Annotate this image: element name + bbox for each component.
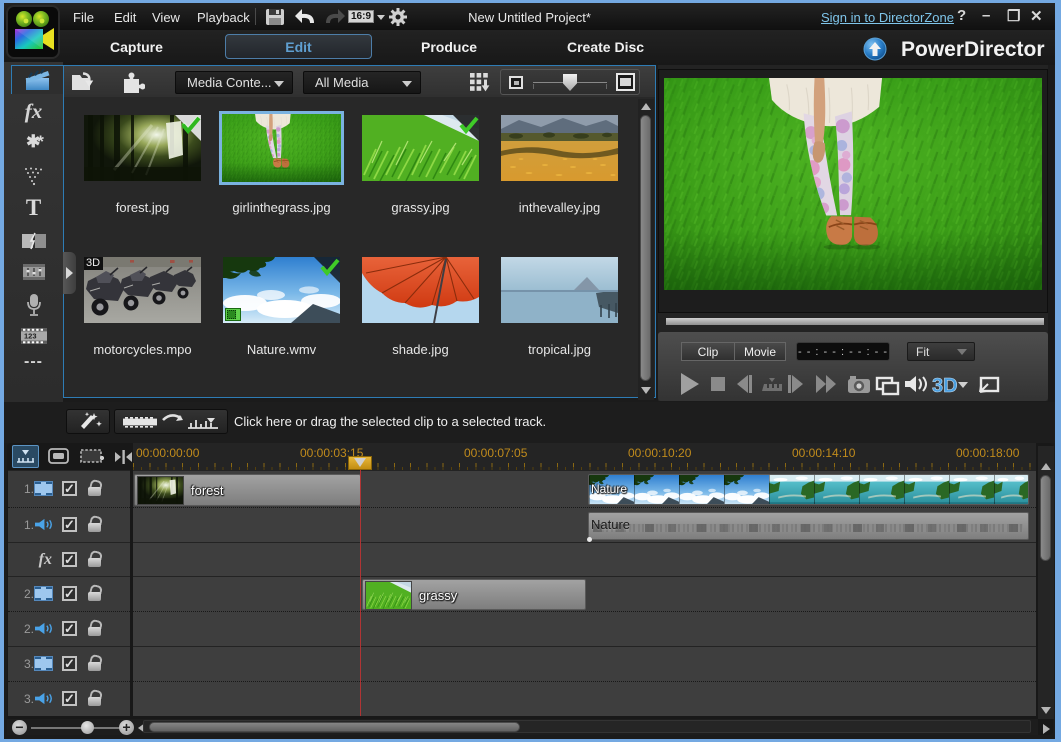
svg-text:123: 123 — [24, 332, 37, 341]
svg-text:3D: 3D — [932, 375, 958, 397]
